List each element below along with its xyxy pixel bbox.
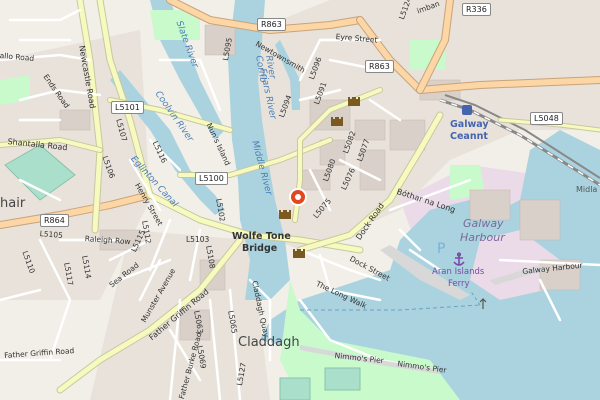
harbour-label-2: Harbour bbox=[460, 231, 505, 244]
ferry-label-1: Aran Islands bbox=[432, 267, 485, 277]
district-label-claddagh: Claddagh bbox=[238, 335, 300, 350]
road-shield-r864: R864 bbox=[40, 214, 69, 227]
harbour-label-1: Galway bbox=[463, 217, 504, 230]
castle-icon bbox=[348, 97, 360, 106]
parking-icon: P bbox=[437, 241, 445, 256]
map-view[interactable]: R863 R863 R336 R864 L5101 L5100 L5048 Ne… bbox=[0, 0, 600, 400]
station-label-1: Galway bbox=[450, 119, 489, 130]
train-station-icon bbox=[462, 105, 472, 115]
svg-text:P: P bbox=[437, 241, 445, 256]
location-pin-icon[interactable] bbox=[287, 186, 309, 208]
district-label-shantalla: hair bbox=[0, 196, 26, 211]
ferry-label-2: Ferry bbox=[448, 279, 470, 289]
road-shield-l5101: L5101 bbox=[111, 101, 144, 114]
lighthouse-icon bbox=[479, 298, 487, 309]
castle-icon bbox=[331, 117, 343, 126]
station-label-2: Ceannt bbox=[450, 131, 488, 142]
road-shield-r863: R863 bbox=[257, 18, 286, 31]
road-shield-l5100: L5100 bbox=[195, 172, 228, 185]
road-shield-r336: R336 bbox=[462, 3, 491, 16]
castle-icon bbox=[293, 249, 305, 258]
anchor-icon bbox=[453, 252, 465, 266]
castle-icon bbox=[279, 210, 291, 219]
road-label-l5105: L5105 bbox=[39, 229, 64, 240]
road-shield-r863-mid: R863 bbox=[365, 60, 394, 73]
place-label-bridge-2: Bridge bbox=[242, 243, 278, 254]
road-shield-l5048: L5048 bbox=[530, 112, 563, 125]
place-label-bridge-1: Wolfe Tone bbox=[232, 231, 291, 242]
road-label-l5103: L5103 bbox=[186, 235, 210, 244]
place-label-midla: Midla bbox=[576, 185, 598, 194]
